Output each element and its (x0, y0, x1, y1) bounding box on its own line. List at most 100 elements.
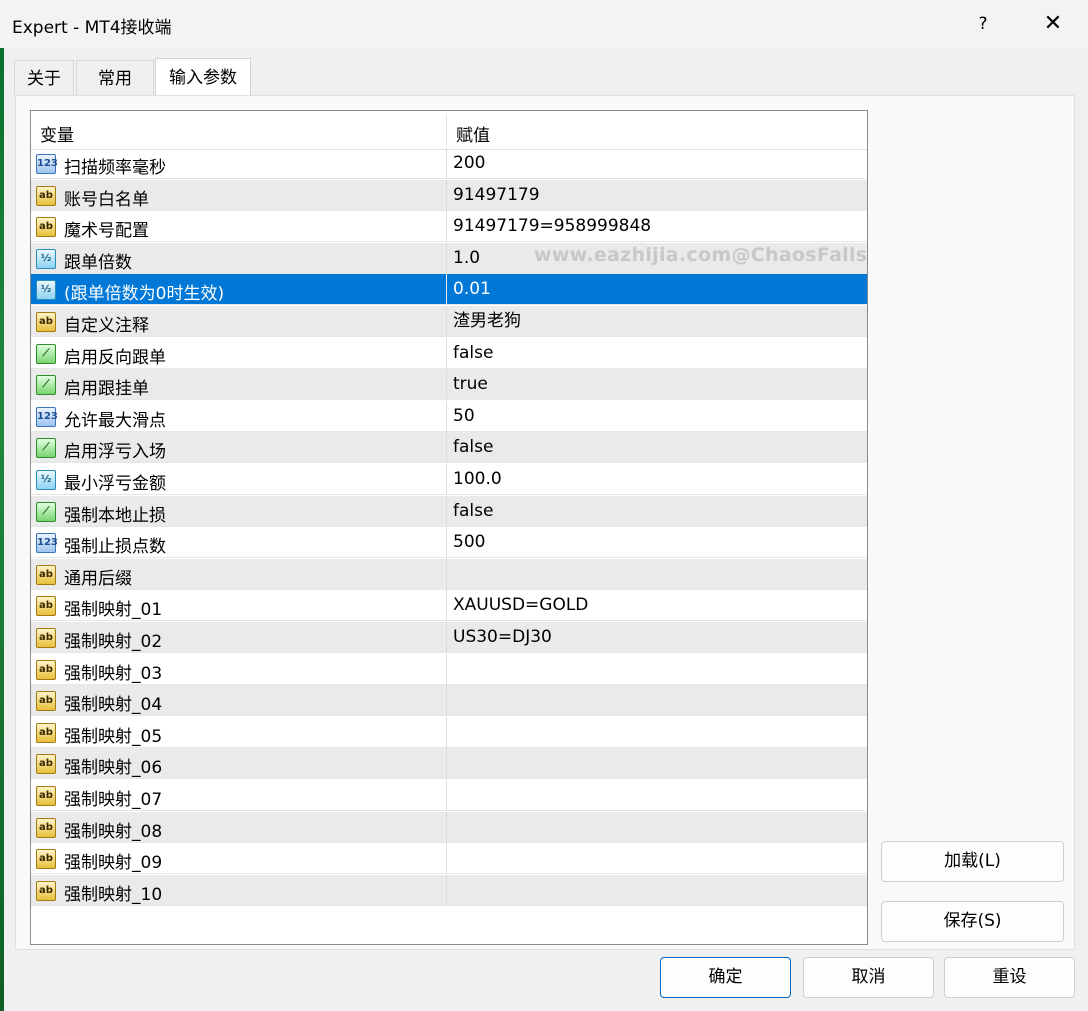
parameter-name: 扫描频率毫秒 (64, 158, 166, 178)
parameter-row[interactable]: ab 通用后缀 (31, 558, 867, 590)
help-button[interactable]: ? (960, 8, 1006, 40)
parameter-value-cell[interactable] (453, 781, 865, 809)
tab-common[interactable]: 常用 (76, 60, 154, 96)
parameter-name: 强制映射_08 (64, 821, 163, 842)
load-button[interactable]: 加载(L) (881, 841, 1064, 882)
string-type-icon: ab (36, 596, 56, 617)
string-type-icon: ab (36, 754, 56, 775)
parameter-name: 通用后缀 (64, 568, 132, 589)
integer-type-icon: 123 (36, 154, 58, 174)
parameter-row[interactable]: ab 强制映射_04 (31, 685, 867, 717)
cell-divider (446, 306, 447, 337)
boolean-type-icon: ⟋ (36, 501, 56, 522)
parameter-row[interactable]: 123 允许最大滑点 50 (31, 400, 867, 432)
parameter-value-cell[interactable] (453, 560, 865, 588)
parameter-row[interactable]: 123 强制止损点数 500 (31, 527, 867, 559)
parameter-row[interactable]: ab 强制映射_08 (31, 811, 867, 843)
string-type-icon: ab (36, 659, 56, 680)
cell-divider (446, 622, 447, 653)
boolean-type-icon: ⟋ (36, 375, 56, 396)
cell-divider (446, 242, 447, 274)
parameter-value-cell[interactable]: false (453, 433, 865, 461)
cell-divider (446, 211, 447, 243)
parameter-value-cell[interactable]: 0.01 (453, 275, 865, 303)
parameter-value-cell[interactable]: 100.0 (453, 465, 865, 493)
string-type-icon: ab (36, 185, 56, 206)
parameter-value-cell[interactable] (453, 718, 865, 746)
column-divider[interactable] (446, 115, 447, 145)
parameter-row[interactable]: 123 扫描频率毫秒 200 (31, 148, 867, 179)
parameter-value-cell[interactable]: false (453, 339, 865, 367)
title-bar: Expert - MT4接收端 ? ✕ (0, 0, 1088, 48)
cell-divider (446, 653, 447, 685)
parameter-row[interactable]: ⟋ 强制本地止损 false (31, 495, 867, 527)
parameter-value-cell[interactable]: 91497179=958999848 (453, 212, 865, 240)
parameter-row[interactable]: ab 强制映射_05 (31, 716, 867, 748)
parameter-name: 启用反向跟单 (64, 347, 166, 368)
parameter-name: 强制止损点数 (64, 537, 166, 558)
ok-button[interactable]: 确定 (660, 957, 791, 998)
cell-divider (446, 780, 447, 811)
tab-about[interactable]: 关于 (14, 60, 74, 96)
cell-divider (446, 748, 447, 780)
parameter-name: 强制映射_03 (64, 663, 163, 684)
column-header-variable[interactable]: 变量 (40, 121, 74, 146)
integer-type-icon: 123 (36, 533, 58, 554)
parameters-grid: 变量 赋值 123 扫描频率毫秒 200 ab 账号白名单 91497179 ab 魔术号配置… (30, 110, 868, 945)
parameter-value-cell[interactable]: US30=DJ30 (453, 623, 865, 651)
parameter-row[interactable]: ½ 最小浮亏金额 100.0 (31, 464, 867, 495)
parameter-row[interactable]: ab 强制映射_02 US30=DJ30 (31, 622, 867, 653)
watermark: www.eazhijia.com@ChaosFalls (534, 244, 868, 266)
cell-divider (446, 464, 447, 495)
string-type-icon: ab (36, 786, 56, 806)
cell-divider (446, 590, 447, 622)
parameter-value-cell[interactable] (453, 876, 865, 904)
parameter-value-cell[interactable] (453, 844, 865, 872)
parameter-row[interactable]: ab 强制映射_10 (31, 874, 867, 906)
cancel-button[interactable]: 取消 (803, 957, 934, 998)
parameter-name: 强制映射_05 (64, 726, 163, 747)
string-type-icon: ab (36, 628, 56, 648)
cell-divider (446, 874, 447, 906)
parameter-value-cell[interactable] (453, 686, 865, 714)
parameter-row[interactable]: ab 魔术号配置 91497179=958999848 (31, 211, 867, 243)
reset-button[interactable]: 重设 (944, 957, 1075, 998)
parameter-row[interactable]: ½ (跟单倍数为0时生效) 0.01 (31, 274, 867, 306)
parameter-value-cell[interactable] (453, 813, 865, 841)
string-type-icon: ab (36, 312, 56, 332)
parameter-value-cell[interactable]: 渣男老狗 (453, 307, 865, 335)
tab-input-parameters[interactable]: 输入参数 (155, 58, 251, 95)
parameter-value-cell[interactable]: 500 (453, 528, 865, 556)
cell-divider (446, 527, 447, 559)
parameter-row[interactable]: ab 强制映射_03 (31, 653, 867, 685)
parameter-value-cell[interactable] (453, 655, 865, 683)
parameter-row[interactable]: ⟋ 启用浮亏入场 false (31, 432, 867, 464)
double-type-icon: ½ (36, 248, 56, 269)
parameter-value-cell[interactable]: false (453, 497, 865, 525)
string-type-icon: ab (36, 217, 56, 238)
parameter-row[interactable]: ab 强制映射_07 (31, 780, 867, 811)
parameter-row[interactable]: ab 强制映射_09 (31, 843, 867, 875)
parameter-value-cell[interactable]: XAUUSD=GOLD (453, 591, 865, 619)
parameter-value-cell[interactable] (453, 749, 865, 777)
parameter-value-cell[interactable]: true (453, 370, 865, 398)
parameter-value-cell[interactable]: 50 (453, 402, 865, 430)
parameter-row[interactable]: ab 自定义注释 渣男老狗 (31, 306, 867, 337)
parameter-row[interactable]: ab 强制映射_01 XAUUSD=GOLD (31, 590, 867, 622)
parameter-value-cell[interactable]: 200 (453, 149, 865, 177)
save-button[interactable]: 保存(S) (881, 901, 1064, 942)
cell-divider (446, 337, 447, 369)
close-button[interactable]: ✕ (1030, 8, 1076, 40)
column-header-value[interactable]: 赋值 (456, 121, 490, 146)
parameter-row[interactable]: ⟋ 启用反向跟单 false (31, 337, 867, 369)
parameter-name: 强制映射_06 (64, 758, 163, 779)
parameter-row[interactable]: ⟋ 启用跟挂单 true (31, 369, 867, 401)
cell-divider (446, 432, 447, 464)
parameter-name: 允许最大滑点 (64, 410, 166, 431)
parameter-value-cell[interactable]: 91497179 (453, 181, 865, 209)
parameter-row[interactable]: ab 强制映射_06 (31, 748, 867, 780)
string-type-icon: ab (36, 691, 56, 712)
boolean-type-icon: ⟋ (36, 438, 56, 459)
parameter-row[interactable]: ab 账号白名单 91497179 (31, 179, 867, 211)
cell-divider (446, 843, 447, 875)
